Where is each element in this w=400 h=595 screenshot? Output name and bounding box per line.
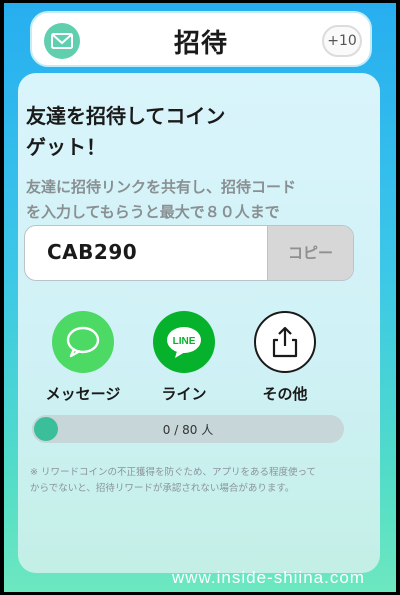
share-icon (272, 326, 298, 358)
share-message-label: メッセージ (45, 385, 121, 403)
share-line-label: ライン (161, 385, 207, 403)
screenshot-frame: 招待 +10 友達を招待してコイン ゲット！ 友達に招待リンクを共有し、招待コー… (0, 0, 400, 595)
line-circle[interactable]: LINE (153, 311, 215, 373)
headline-line-1: 友達を招待してコイン (26, 104, 226, 128)
line-app-icon: LINE (167, 327, 201, 358)
description-line-1: 友達に招待リンクを共有し、招待コード (26, 178, 297, 196)
share-other-label: その他 (262, 385, 308, 403)
share-other-button[interactable]: その他 (240, 311, 330, 404)
progress-text: 0 / 80 人 (162, 423, 214, 437)
invite-code-box: CAB290 コピー (24, 225, 354, 281)
headline-line-2: ゲット！ (26, 135, 106, 159)
reward-note: ※ リワードコインの不正獲得を防ぐため、アプリをある程度使って からでないと、招… (30, 465, 350, 497)
message-circle[interactable] (52, 311, 114, 373)
share-line-button[interactable]: LINE ライン (139, 311, 229, 404)
speech-bubble-icon (66, 326, 100, 358)
site-watermark: www.inside-shiina.com (172, 568, 365, 587)
invite-description: 友達に招待リンクを共有し、招待コード を入力してもらうと最大で８０人まで (26, 175, 356, 225)
invite-headline: 友達を招待してコイン ゲット！ (26, 101, 346, 163)
invite-code[interactable]: CAB290 (47, 240, 137, 264)
app-screen: 招待 +10 友達を招待してコイン ゲット！ 友達に招待リンクを共有し、招待コー… (4, 3, 396, 592)
other-circle[interactable] (254, 311, 316, 373)
description-line-2: を入力してもらうと最大で８０人まで (26, 203, 280, 221)
page-title: 招待 (173, 29, 228, 59)
share-message-button[interactable]: メッセージ (38, 311, 128, 404)
header-bar: 招待 +10 (30, 11, 372, 67)
line-logo-text: LINE (173, 336, 196, 347)
invite-progress-bar: 0 / 80 人 (32, 415, 344, 443)
copy-button[interactable]: コピー (267, 226, 353, 280)
note-line-1: ※ リワードコインの不正獲得を防ぐため、アプリをある程度使って (30, 467, 317, 478)
coin-badge[interactable]: +10 (322, 25, 362, 57)
note-line-2: からでないと、招待リワードが承認されない場合があります。 (30, 483, 295, 494)
